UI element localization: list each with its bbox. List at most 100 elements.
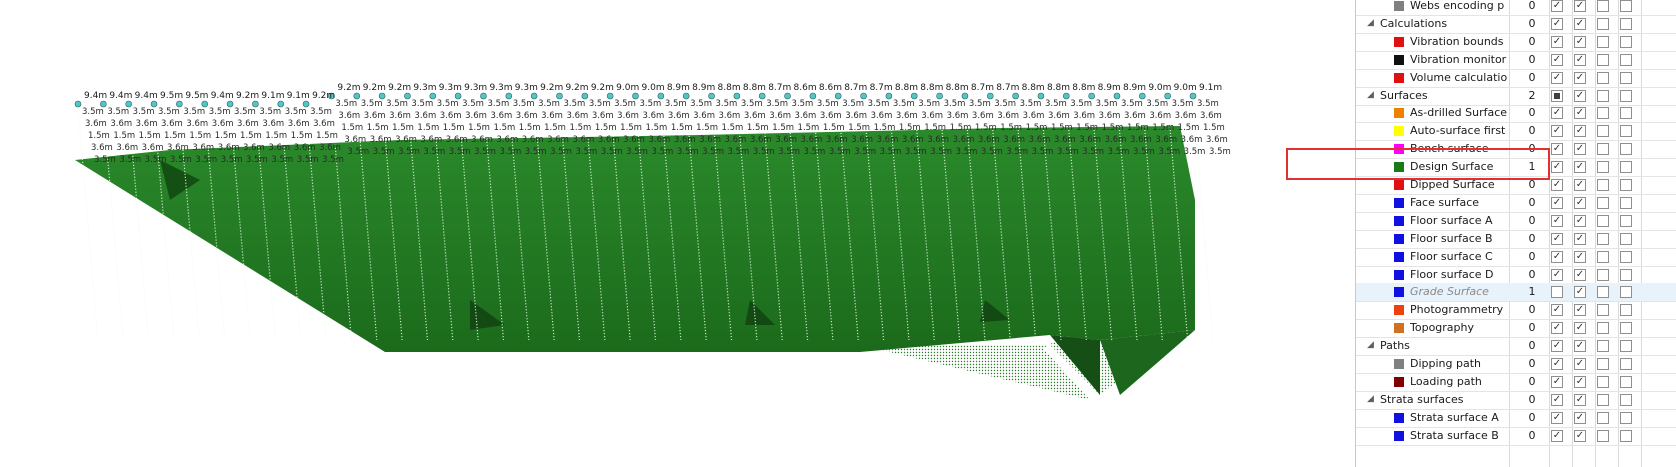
layer-visibility-checkbox[interactable]	[1620, 214, 1632, 227]
layer-visibility-checkbox[interactable]	[1620, 286, 1632, 299]
layer-row[interactable]: Loading path 0 ✓ ✓	[1356, 373, 1676, 392]
layer-visibility-checkbox[interactable]	[1620, 340, 1632, 353]
layer-color-swatch[interactable]	[1394, 36, 1404, 47]
layer-row[interactable]: Grade Surface 1 ✓	[1356, 283, 1676, 303]
layer-row[interactable]: Dipping path 0 ✓ ✓	[1356, 355, 1676, 374]
layer-row[interactable]: Vibration monitor 0 ✓ ✓	[1356, 51, 1676, 70]
drill-hole-collar[interactable]	[74, 100, 82, 108]
layer-visibility-checkbox[interactable]: ✓	[1574, 322, 1586, 335]
layer-visibility-checkbox[interactable]: ✓	[1574, 161, 1586, 174]
layer-color-swatch[interactable]	[1394, 269, 1404, 280]
layer-visibility-checkbox[interactable]	[1597, 53, 1609, 66]
layer-visibility-checkbox[interactable]	[1620, 250, 1632, 263]
layer-visibility-checkbox[interactable]	[1597, 411, 1609, 424]
expand-toggle-icon[interactable]: ◢	[1367, 394, 1374, 404]
layer-row[interactable]: Vibration bounds 0 ✓ ✓	[1356, 33, 1676, 52]
layer-visibility-checkbox[interactable]: ✓	[1574, 232, 1586, 245]
layer-visibility-checkbox[interactable]: ✓	[1551, 196, 1563, 209]
layer-visibility-checkbox[interactable]	[1620, 358, 1632, 370]
layer-visibility-checkbox[interactable]	[1597, 161, 1609, 174]
layer-visibility-checkbox[interactable]	[1597, 340, 1609, 353]
layer-visibility-checkbox[interactable]: ✓	[1574, 53, 1586, 66]
layer-visibility-checkbox[interactable]: ✓	[1574, 411, 1586, 424]
layer-visibility-checkbox[interactable]	[1597, 0, 1609, 12]
layer-visibility-checkbox[interactable]	[1597, 375, 1609, 388]
layer-visibility-checkbox[interactable]: ✓	[1551, 375, 1563, 388]
layer-row[interactable]: Volume calculatio 0 ✓ ✓	[1356, 69, 1676, 88]
layer-visibility-checkbox[interactable]	[1597, 232, 1609, 245]
layer-visibility-checkbox[interactable]	[1620, 107, 1632, 120]
layer-visibility-checkbox[interactable]: ✓	[1574, 340, 1586, 353]
layer-visibility-checkbox[interactable]	[1620, 375, 1632, 388]
layer-visibility-checkbox[interactable]: ✓	[1574, 71, 1586, 84]
layer-visibility-checkbox[interactable]	[1597, 71, 1609, 84]
layer-visibility-checkbox[interactable]: ✓	[1551, 322, 1563, 335]
layer-visibility-checkbox[interactable]	[1597, 286, 1609, 299]
layer-color-swatch[interactable]	[1394, 323, 1404, 334]
layer-visibility-checkbox[interactable]	[1620, 143, 1632, 156]
layer-visibility-checkbox[interactable]: ✓	[1574, 429, 1586, 442]
layer-visibility-checkbox[interactable]: ✓	[1574, 125, 1586, 138]
layer-row[interactable]: Strata surface B 0 ✓ ✓	[1356, 427, 1676, 446]
layer-visibility-checkbox[interactable]	[1620, 429, 1632, 442]
layer-row[interactable]: Webs encoding p 0 ✓ ✓	[1356, 0, 1676, 16]
layer-visibility-checkbox[interactable]	[1597, 125, 1609, 138]
layer-visibility-checkbox[interactable]	[1551, 89, 1563, 102]
layer-color-swatch[interactable]	[1394, 376, 1404, 387]
layer-visibility-checkbox[interactable]	[1597, 196, 1609, 209]
layer-visibility-checkbox[interactable]	[1620, 411, 1632, 424]
layer-color-swatch[interactable]	[1394, 251, 1404, 262]
layer-visibility-checkbox[interactable]: ✓	[1551, 179, 1563, 191]
layer-visibility-checkbox[interactable]: ✓	[1574, 89, 1586, 102]
layer-visibility-checkbox[interactable]: ✓	[1551, 161, 1563, 174]
layer-color-swatch[interactable]	[1394, 412, 1404, 423]
layer-visibility-checkbox[interactable]: ✓	[1551, 340, 1563, 353]
layer-color-swatch[interactable]	[1394, 287, 1404, 298]
expand-toggle-icon[interactable]: ◢	[1367, 18, 1374, 28]
layer-visibility-checkbox[interactable]: ✓	[1551, 53, 1563, 66]
layer-visibility-checkbox[interactable]	[1597, 143, 1609, 156]
layer-visibility-checkbox[interactable]: ✓	[1551, 71, 1563, 84]
layer-visibility-checkbox[interactable]	[1597, 179, 1609, 191]
layer-visibility-checkbox[interactable]	[1597, 268, 1609, 281]
layer-visibility-checkbox[interactable]: ✓	[1551, 268, 1563, 281]
layer-visibility-checkbox[interactable]	[1597, 214, 1609, 227]
layer-color-swatch[interactable]	[1394, 72, 1404, 83]
layer-visibility-checkbox[interactable]	[1597, 304, 1609, 317]
layer-visibility-checkbox[interactable]: ✓	[1574, 393, 1586, 406]
layer-visibility-checkbox[interactable]	[1597, 358, 1609, 370]
layer-color-swatch[interactable]	[1394, 305, 1404, 316]
layer-visibility-checkbox[interactable]: ✓	[1574, 107, 1586, 120]
expand-toggle-icon[interactable]: ◢	[1367, 340, 1374, 350]
layer-row[interactable]: Floor surface D 0 ✓ ✓	[1356, 266, 1676, 285]
layer-color-swatch[interactable]	[1394, 233, 1404, 244]
layer-color-swatch[interactable]	[1394, 54, 1404, 65]
layer-visibility-checkbox[interactable]	[1597, 322, 1609, 335]
layer-visibility-checkbox[interactable]: ✓	[1574, 0, 1586, 12]
layer-visibility-checkbox[interactable]: ✓	[1551, 17, 1563, 30]
layer-row[interactable]: Floor surface C 0 ✓ ✓	[1356, 248, 1676, 267]
layer-visibility-checkbox[interactable]: ✓	[1574, 375, 1586, 388]
layer-visibility-checkbox[interactable]	[1620, 17, 1632, 30]
layer-row[interactable]: Auto-surface first 0 ✓ ✓	[1356, 122, 1676, 142]
layer-color-swatch[interactable]	[1394, 180, 1404, 190]
layer-row[interactable]: Floor surface A 0 ✓ ✓	[1356, 212, 1676, 231]
layer-visibility-checkbox[interactable]: ✓	[1551, 0, 1563, 12]
layer-visibility-checkbox[interactable]	[1597, 250, 1609, 263]
layer-visibility-checkbox[interactable]: ✓	[1574, 17, 1586, 30]
layer-visibility-checkbox[interactable]	[1551, 286, 1563, 299]
layer-row[interactable]: As-drilled Surface 0 ✓ ✓	[1356, 104, 1676, 124]
layer-visibility-checkbox[interactable]	[1620, 53, 1632, 66]
layer-row[interactable]: Strata surface A 0 ✓ ✓	[1356, 409, 1676, 428]
layer-visibility-checkbox[interactable]: ✓	[1574, 143, 1586, 156]
layer-color-swatch[interactable]	[1394, 126, 1404, 137]
layer-visibility-checkbox[interactable]	[1597, 429, 1609, 442]
layer-visibility-checkbox[interactable]: ✓	[1574, 358, 1586, 370]
layer-visibility-checkbox[interactable]	[1597, 393, 1609, 406]
layer-visibility-checkbox[interactable]	[1597, 17, 1609, 30]
layer-row[interactable]: Floor surface B 0 ✓ ✓	[1356, 230, 1676, 249]
layer-visibility-checkbox[interactable]: ✓	[1551, 411, 1563, 424]
layer-visibility-checkbox[interactable]	[1620, 304, 1632, 317]
layer-visibility-checkbox[interactable]: ✓	[1551, 250, 1563, 263]
layer-visibility-checkbox[interactable]: ✓	[1551, 429, 1563, 442]
